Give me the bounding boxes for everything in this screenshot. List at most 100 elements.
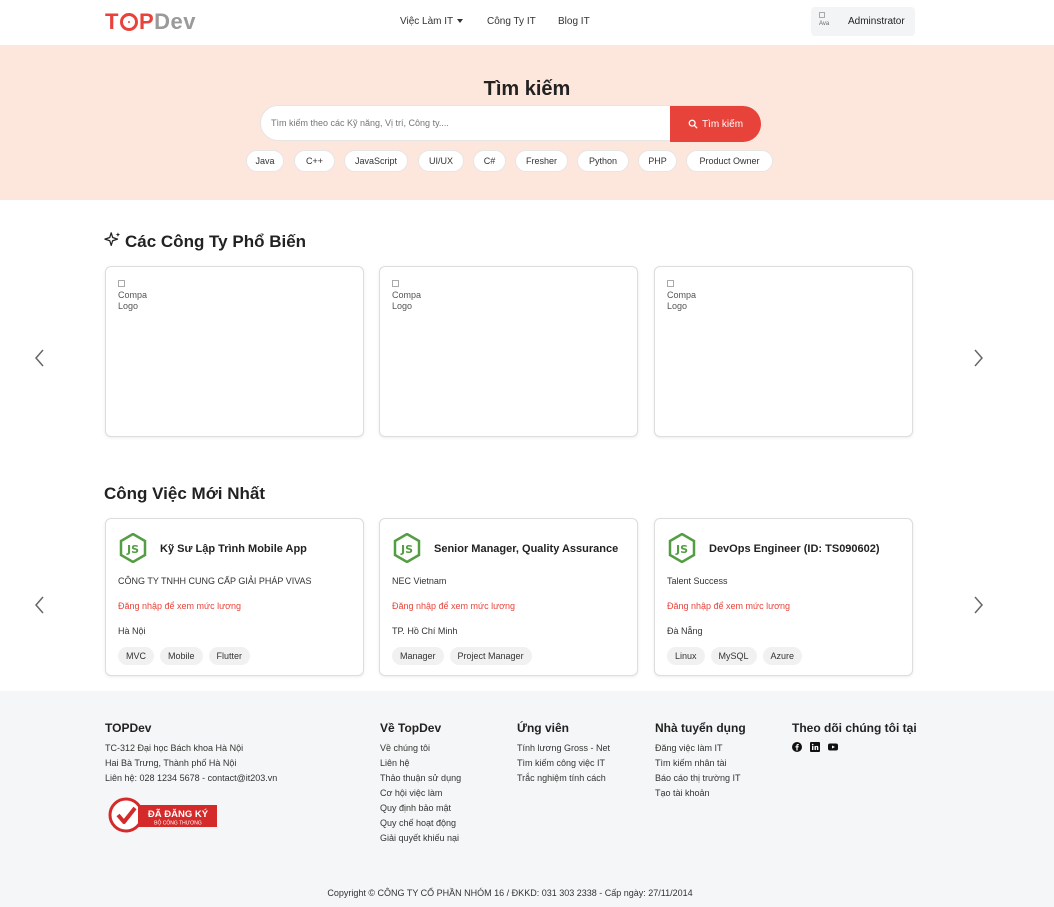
job-salary-login-link[interactable]: Đăng nhập để xem mức lương xyxy=(667,601,790,611)
footer-link[interactable]: Tạo tài khoản xyxy=(655,786,746,801)
job-card[interactable]: JS Senior Manager, Quality Assurance NEC… xyxy=(379,518,638,676)
company-logo: Compa Logo xyxy=(392,279,426,312)
footer-link[interactable]: Tính lương Gross - Net xyxy=(517,741,610,756)
company-logo-alt: Compa Logo xyxy=(118,290,148,311)
company-logo-alt: Compa Logo xyxy=(667,290,697,311)
footer-link[interactable]: Trắc nghiệm tính cách xyxy=(517,771,610,786)
footer-follow: Theo dõi chúng tôi tại xyxy=(792,721,917,752)
job-location: Đà Nẵng xyxy=(667,626,703,636)
chevron-left-icon xyxy=(35,349,44,367)
tag-java[interactable]: Java xyxy=(246,150,284,172)
facebook-icon[interactable] xyxy=(792,742,802,752)
job-card[interactable]: JS DevOps Engineer (ID: TS090602) Talent… xyxy=(654,518,913,676)
job-salary-login-link[interactable]: Đăng nhập để xem mức lương xyxy=(118,601,241,611)
job-title[interactable]: Senior Manager, Quality Assurance xyxy=(434,543,618,555)
footer-link[interactable]: Liên hệ xyxy=(380,756,461,771)
footer-link[interactable]: Đăng việc làm IT xyxy=(655,741,746,756)
job-tag[interactable]: Azure xyxy=(762,647,803,665)
job-salary-login-link[interactable]: Đăng nhập để xem mức lương xyxy=(392,601,515,611)
nav-companies-link[interactable]: Công Ty IT xyxy=(487,16,536,27)
job-company: NEC Vietnam xyxy=(392,576,447,586)
jobs-prev-arrow[interactable] xyxy=(33,595,47,615)
company-logo-alt: Compa Logo xyxy=(392,290,422,311)
broken-image-icon xyxy=(819,12,825,18)
search-input[interactable] xyxy=(271,118,661,128)
footer-link[interactable]: Quy chế hoạt động xyxy=(380,816,461,831)
tag-cpp[interactable]: C++ xyxy=(294,150,335,172)
linkedin-icon[interactable] xyxy=(810,742,820,752)
footer-link[interactable]: Báo cáo thị trường IT xyxy=(655,771,746,786)
companies-next-arrow[interactable] xyxy=(971,348,985,368)
tag-csharp[interactable]: C# xyxy=(473,150,506,172)
footer-col-title: Về TopDev xyxy=(380,721,442,735)
search-icon xyxy=(688,119,698,129)
footer-col-title: Ứng viên xyxy=(517,721,569,735)
footer-link[interactable]: Quy định bảo mật xyxy=(380,801,461,816)
tag-fresher[interactable]: Fresher xyxy=(515,150,568,172)
company-card[interactable]: Compa Logo xyxy=(105,266,364,437)
job-company: Talent Success xyxy=(667,576,728,586)
footer-about: TOPDev TC-312 Đại học Bách khoa Hà Nội H… xyxy=(105,721,277,786)
svg-text:JS: JS xyxy=(675,543,688,556)
youtube-icon[interactable] xyxy=(828,742,838,752)
nav-blog-link[interactable]: Blog IT xyxy=(558,16,590,27)
broken-image-icon xyxy=(667,280,674,287)
user-menu[interactable]: Ava Adminstrator xyxy=(811,7,915,36)
footer-nha-tuyen-dung: Nhà tuyển dụng Đăng việc làm IT Tìm kiếm… xyxy=(655,721,746,801)
job-tag[interactable]: Linux xyxy=(667,647,705,665)
job-card[interactable]: JS Kỹ Sư Lập Trình Mobile App CÔNG TY TN… xyxy=(105,518,364,676)
chevron-right-icon xyxy=(974,349,983,367)
sparkle-icon xyxy=(104,232,121,247)
job-tag[interactable]: Flutter xyxy=(208,647,251,665)
logo-o-icon xyxy=(119,13,138,31)
top-navbar: T PDev Việc Làm IT Công Ty IT Blog IT Ava… xyxy=(0,0,1054,45)
tag-php[interactable]: PHP xyxy=(638,150,677,172)
broken-image-icon xyxy=(118,280,125,287)
popular-companies-heading: Các Công Ty Phổ Biến xyxy=(104,231,306,252)
footer-link[interactable]: Cơ hội việc làm xyxy=(380,786,461,801)
job-tags: Linux MySQL Azure xyxy=(667,647,803,665)
job-tag[interactable]: MySQL xyxy=(710,647,757,665)
company-card[interactable]: Compa Logo xyxy=(654,266,913,437)
logo-dev: Dev xyxy=(154,9,196,34)
latest-jobs-heading: Công Việc Mới Nhất xyxy=(104,484,266,503)
tag-javascript[interactable]: JavaScript xyxy=(344,150,408,172)
tag-product-owner[interactable]: Product Owner xyxy=(686,150,773,172)
footer-address-line: Hai Bà Trưng, Thành phố Hà Nội xyxy=(105,758,237,768)
job-tag[interactable]: Manager xyxy=(392,647,444,665)
job-tag[interactable]: MVC xyxy=(118,647,154,665)
search-button[interactable]: Tìm kiếm xyxy=(670,106,761,142)
footer-link[interactable]: Về chúng tôi xyxy=(380,741,461,756)
chevron-right-icon xyxy=(974,596,983,614)
company-card[interactable]: Compa Logo xyxy=(379,266,638,437)
tag-uiux[interactable]: UI/UX xyxy=(418,150,464,172)
job-tag[interactable]: Project Manager xyxy=(449,647,532,665)
footer-about-title: TOPDev xyxy=(105,721,152,735)
job-tag[interactable]: Mobile xyxy=(160,647,203,665)
job-title[interactable]: Kỹ Sư Lập Trình Mobile App xyxy=(160,543,307,555)
footer-link[interactable]: Giải quyết khiếu nại xyxy=(380,831,461,846)
nav-jobs-dropdown[interactable]: Việc Làm IT xyxy=(400,16,464,27)
badge-text: ĐÃ ĐĂNG KÝ xyxy=(148,808,209,820)
search-bar: Tìm kiếm xyxy=(260,105,761,142)
footer-link[interactable]: Tìm kiếm nhân tài xyxy=(655,756,746,771)
popular-companies-title: Các Công Ty Phổ Biến xyxy=(125,232,307,251)
nodejs-logo-icon: JS xyxy=(119,533,147,563)
tag-python[interactable]: Python xyxy=(577,150,629,172)
job-title[interactable]: DevOps Engineer (ID: TS090602) xyxy=(709,543,880,555)
social-links xyxy=(792,742,917,752)
companies-prev-arrow[interactable] xyxy=(33,348,47,368)
search-title: Tìm kiếm xyxy=(483,78,571,100)
chevron-left-icon xyxy=(35,596,44,614)
registered-ministry-badge[interactable]: ĐÃ ĐĂNG KÝ BỘ CÔNG THƯƠNG xyxy=(108,797,218,833)
job-company: CÔNG TY TNHH CUNG CẤP GIẢI PHÁP VIVAS xyxy=(118,576,312,586)
footer-contact-line: Liên hệ: 028 1234 5678 - contact@it203.v… xyxy=(105,773,278,783)
footer-link[interactable]: Thảo thuận sử dụng xyxy=(380,771,461,786)
footer-link[interactable]: Tìm kiếm công việc IT xyxy=(517,756,610,771)
user-name: Adminstrator xyxy=(848,16,905,27)
nodejs-logo-icon: JS xyxy=(668,533,696,563)
footer: TOPDev TC-312 Đại học Bách khoa Hà Nội H… xyxy=(0,691,1054,907)
popular-tags: Java C++ JavaScript UI/UX C# Fresher Pyt… xyxy=(0,150,1054,172)
topdev-logo[interactable]: T PDev xyxy=(105,9,196,35)
jobs-next-arrow[interactable] xyxy=(971,595,985,615)
